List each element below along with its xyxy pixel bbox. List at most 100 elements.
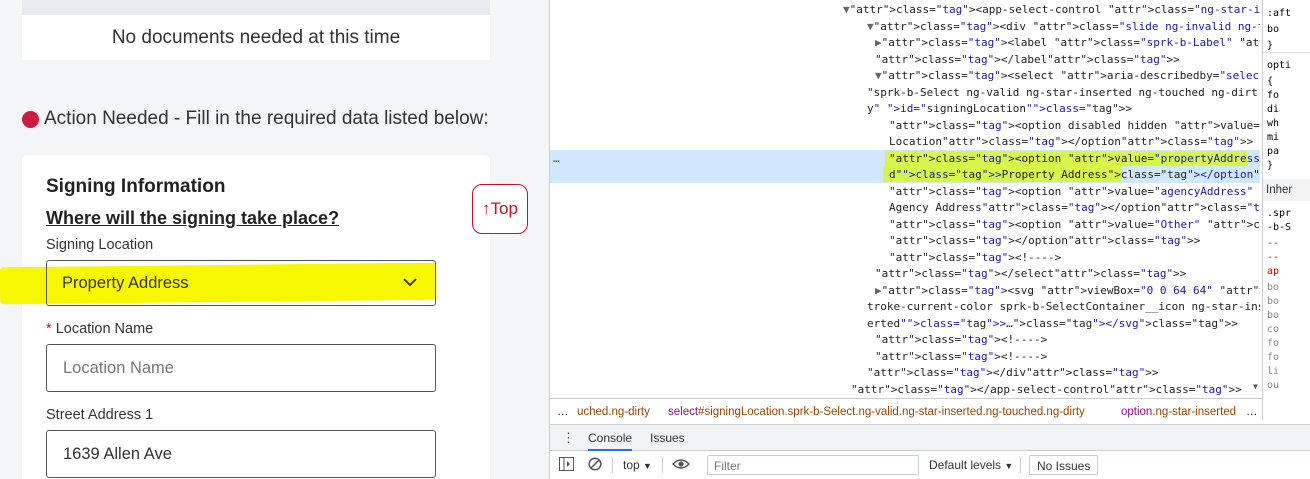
dom-line[interactable]: ▼"attr">class="tag"><div "attr">class="s…: [867, 20, 1260, 33]
context-select[interactable]: top ▼: [623, 458, 652, 472]
node-actions-ellipsis[interactable]: …: [553, 152, 560, 165]
breadcrumb-ellipsis-left[interactable]: …: [557, 406, 569, 418]
breadcrumb-item-3[interactable]: option.ng-star-inserted: [1121, 406, 1236, 418]
expand-triangle-icon: ▼: [867, 19, 874, 33]
location-name-label-text: Location Name: [55, 321, 154, 337]
top-button-label: Top: [490, 199, 518, 218]
expand-triangle-icon: ▼: [843, 3, 850, 16]
dom-line[interactable]: "attr">class="tag"></label"attr">class="…: [875, 53, 1180, 66]
dom-line[interactable]: "attr">class="tag"><!---->: [889, 251, 1061, 264]
elements-tree[interactable]: … ▼"attr">class="tag"><app-select-contro…: [550, 0, 1260, 398]
dom-line[interactable]: ▶"attr">class="tag"><label "attr">class=…: [875, 36, 1260, 49]
drawer-tabbar: ⋮ Console Issues: [550, 424, 1310, 451]
documents-card: No documents needed at this time: [22, 0, 490, 60]
tab-issues[interactable]: Issues: [650, 431, 685, 445]
style-snippet: co: [1267, 324, 1280, 335]
style-snippet: }: [1267, 40, 1274, 51]
drawer-menu-icon[interactable]: ⋮: [562, 430, 575, 446]
style-snippet: --: [1267, 252, 1280, 263]
dom-line[interactable]: ▼"attr">class="tag"><app-select-control …: [843, 3, 1260, 16]
dom-line[interactable]: "attr">class="tag"></app-select-control"…: [851, 383, 1242, 396]
style-snippet: ap: [1267, 266, 1280, 277]
dom-line[interactable]: "attr">class="tag"></select"attr">class=…: [875, 267, 1186, 280]
form-question: Where will the signing take place?: [46, 208, 340, 228]
action-needed-text: Action Needed - Fill in the required dat…: [44, 108, 489, 129]
style-snippet: bo: [1267, 310, 1280, 321]
street-address-input[interactable]: 1639 Allen Ave: [46, 430, 436, 478]
tab-console[interactable]: Console: [588, 431, 633, 451]
dom-line[interactable]: "attr">class="tag"><!---->: [875, 350, 1047, 363]
console-filter-input[interactable]: Filter: [707, 455, 919, 475]
toolbar-separator: [662, 457, 663, 473]
style-snippet: mi: [1267, 132, 1280, 143]
location-name-placeholder: Location Name: [63, 359, 174, 377]
style-snippet: di: [1267, 104, 1280, 115]
style-snippet: li: [1267, 366, 1280, 377]
style-snippet: fo: [1267, 352, 1280, 363]
expand-triangle-icon: ▼: [875, 69, 882, 82]
form-title: Signing Information: [46, 176, 226, 197]
app-panel: No documents needed at this time Action …: [0, 0, 549, 479]
sidebar-toggle-icon[interactable]: [559, 457, 574, 474]
style-snippet: {: [1267, 76, 1274, 87]
documents-message: No documents needed at this time: [111, 27, 401, 48]
issues-button[interactable]: No Issues: [1029, 455, 1099, 475]
action-needed-banner: Action Needed - Fill in the required dat…: [22, 108, 489, 130]
back-to-top-button[interactable]: ↑ Top: [472, 184, 528, 234]
arrow-up-icon: ↑: [482, 199, 491, 218]
dom-line[interactable]: ▼"attr">class="tag"><select "attr">aria-…: [875, 69, 1260, 82]
chevron-down-icon: [401, 273, 419, 296]
breadcrumb-ellipsis-right[interactable]: …: [1246, 406, 1258, 418]
style-snippet: opti: [1267, 60, 1292, 71]
documents-card-band: [22, 0, 490, 15]
dom-line[interactable]: "attr">class="tag"><option "attr">value=…: [889, 185, 1260, 198]
signing-location-value: Property Address: [62, 274, 189, 292]
dom-line[interactable]: "attr">class="tag"><!---->: [875, 333, 1047, 346]
styles-separator: [1263, 52, 1310, 53]
expand-triangle-icon: ▶: [875, 283, 882, 297]
dom-line[interactable]: "attr">class="tag"></option"attr">class=…: [889, 234, 1200, 247]
signing-information-card: Signing Information Where will the signi…: [0, 155, 490, 479]
alert-dot-icon: [22, 110, 39, 128]
styles-pane: :aft bo} opti {fo di wh mi pa} .spr -b-S -- -- ap bo b…: [1262, 0, 1310, 420]
dom-line[interactable]: Agency Address"attr">class="tag"></optio…: [889, 201, 1260, 214]
style-snippet: -b-S: [1267, 222, 1292, 233]
clear-console-icon[interactable]: [588, 457, 602, 474]
style-snippet: bo: [1267, 282, 1280, 293]
signing-location-label: Signing Location: [46, 237, 154, 253]
toolbar-separator: [1020, 457, 1021, 473]
toolbar-separator: [612, 457, 613, 473]
dom-line[interactable]: "attr">class="tag"></div"attr">class="ta…: [867, 366, 1158, 379]
style-snippet: bo: [1267, 24, 1280, 35]
street-address-label: Street Address 1: [46, 407, 154, 423]
location-name-input[interactable]: Location Name: [46, 344, 436, 392]
breadcrumb-item-1[interactable]: uched.ng-dirty: [577, 406, 650, 418]
dom-line[interactable]: "sprk-b-Select ng-valid ng-star-inserted…: [867, 86, 1258, 99]
breadcrumb: … uched.ng-dirty select#signingLocation.…: [550, 398, 1262, 424]
dom-line[interactable]: d"">class="tag">>Property Address">class…: [889, 168, 1260, 181]
caret-down-icon: ▼: [1004, 461, 1014, 471]
log-levels-select[interactable]: Default levels ▼: [929, 458, 1013, 472]
dom-line[interactable]: Location"attr">class="tag"></option"attr…: [889, 135, 1253, 148]
dom-line[interactable]: ▶"attr">class="tag"><svg "attr">viewBox=…: [875, 284, 1260, 297]
expand-triangle-icon: ▶: [875, 36, 882, 49]
signing-location-select[interactable]: Property Address: [46, 260, 436, 306]
style-snippet: fo: [1267, 90, 1280, 101]
devtools-panel: … ▼"attr">class="tag"><app-select-contro…: [549, 0, 1310, 479]
dom-line[interactable]: "attr">class="tag"><option disabled hidd…: [889, 119, 1260, 132]
street-address-value: 1639 Allen Ave: [63, 445, 172, 463]
dom-line[interactable]: "attr">class="tag"><option "attr">value=…: [889, 218, 1260, 231]
console-toolbar: top ▼ Filter Default levels ▼ No Issues: [550, 451, 1310, 479]
required-asterisk: *: [46, 321, 52, 337]
eye-icon[interactable]: [672, 457, 690, 474]
breadcrumb-item-2[interactable]: select#signingLocation.sprk-b-Select.ng-…: [668, 406, 1085, 418]
style-snippet: bo: [1267, 296, 1280, 307]
style-snippet: --: [1267, 238, 1280, 249]
style-snippet: wh: [1267, 118, 1280, 129]
dom-line[interactable]: y" ">id="signingLocation"">class="tag">>: [867, 102, 1132, 115]
scroll-down-arrow-icon[interactable]: ▼: [1253, 382, 1258, 391]
style-snippet: }: [1267, 160, 1274, 171]
dom-line[interactable]: troke-current-color sprk-b-SelectContain…: [867, 300, 1260, 313]
dom-line[interactable]: erted"">class="tag">>…">class="tag"></sv…: [867, 317, 1238, 330]
dom-line[interactable]: "attr">class="tag"><option "attr">value=…: [889, 152, 1260, 165]
